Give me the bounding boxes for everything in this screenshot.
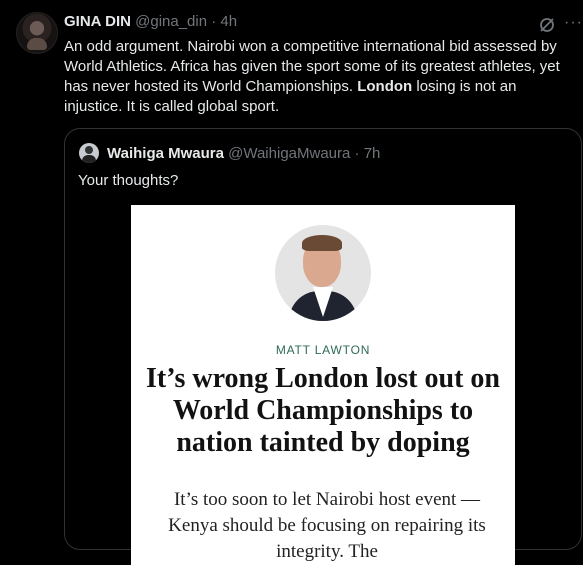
quote-author-handle[interactable]: @WaihigaMwaura xyxy=(228,145,350,162)
grok-icon[interactable] xyxy=(538,16,556,34)
tweet-text-bold: London xyxy=(357,78,413,95)
author-avatar[interactable] xyxy=(16,12,58,54)
separator-dot: · xyxy=(211,13,217,30)
author-photo xyxy=(275,225,371,321)
quote-time[interactable]: 7h xyxy=(364,145,381,162)
tweet-text: An odd argument. Nairobi won a competiti… xyxy=(64,37,578,117)
quote-header: Waihiga Mwaura @WaihigaMwaura · 7h xyxy=(107,145,380,162)
article-standfirst: It’s too soon to let Nairobi host event … xyxy=(168,489,486,562)
tweet-time[interactable]: 4h xyxy=(220,13,237,30)
more-icon[interactable]: ··· xyxy=(564,14,583,32)
article-author: MATT LAWTON xyxy=(275,343,371,357)
author-handle[interactable]: @gina_din xyxy=(135,13,207,30)
article-image[interactable]: MATT LAWTON It’s wrong London lost out o… xyxy=(131,205,515,565)
tweet-header: GINA DIN @gina_din · 4h xyxy=(64,13,237,30)
quoted-tweet[interactable]: Waihiga Mwaura @WaihigaMwaura · 7h Your … xyxy=(64,128,582,565)
quote-author-name[interactable]: Waihiga Mwaura xyxy=(107,145,224,162)
author-name[interactable]: GINA DIN xyxy=(64,13,131,30)
quote-separator-dot: · xyxy=(354,145,360,162)
quote-text: Your thoughts? xyxy=(78,172,179,189)
quote-author-avatar[interactable] xyxy=(79,143,99,163)
article-headline: It’s wrong London lost out on World Cham… xyxy=(146,363,500,458)
